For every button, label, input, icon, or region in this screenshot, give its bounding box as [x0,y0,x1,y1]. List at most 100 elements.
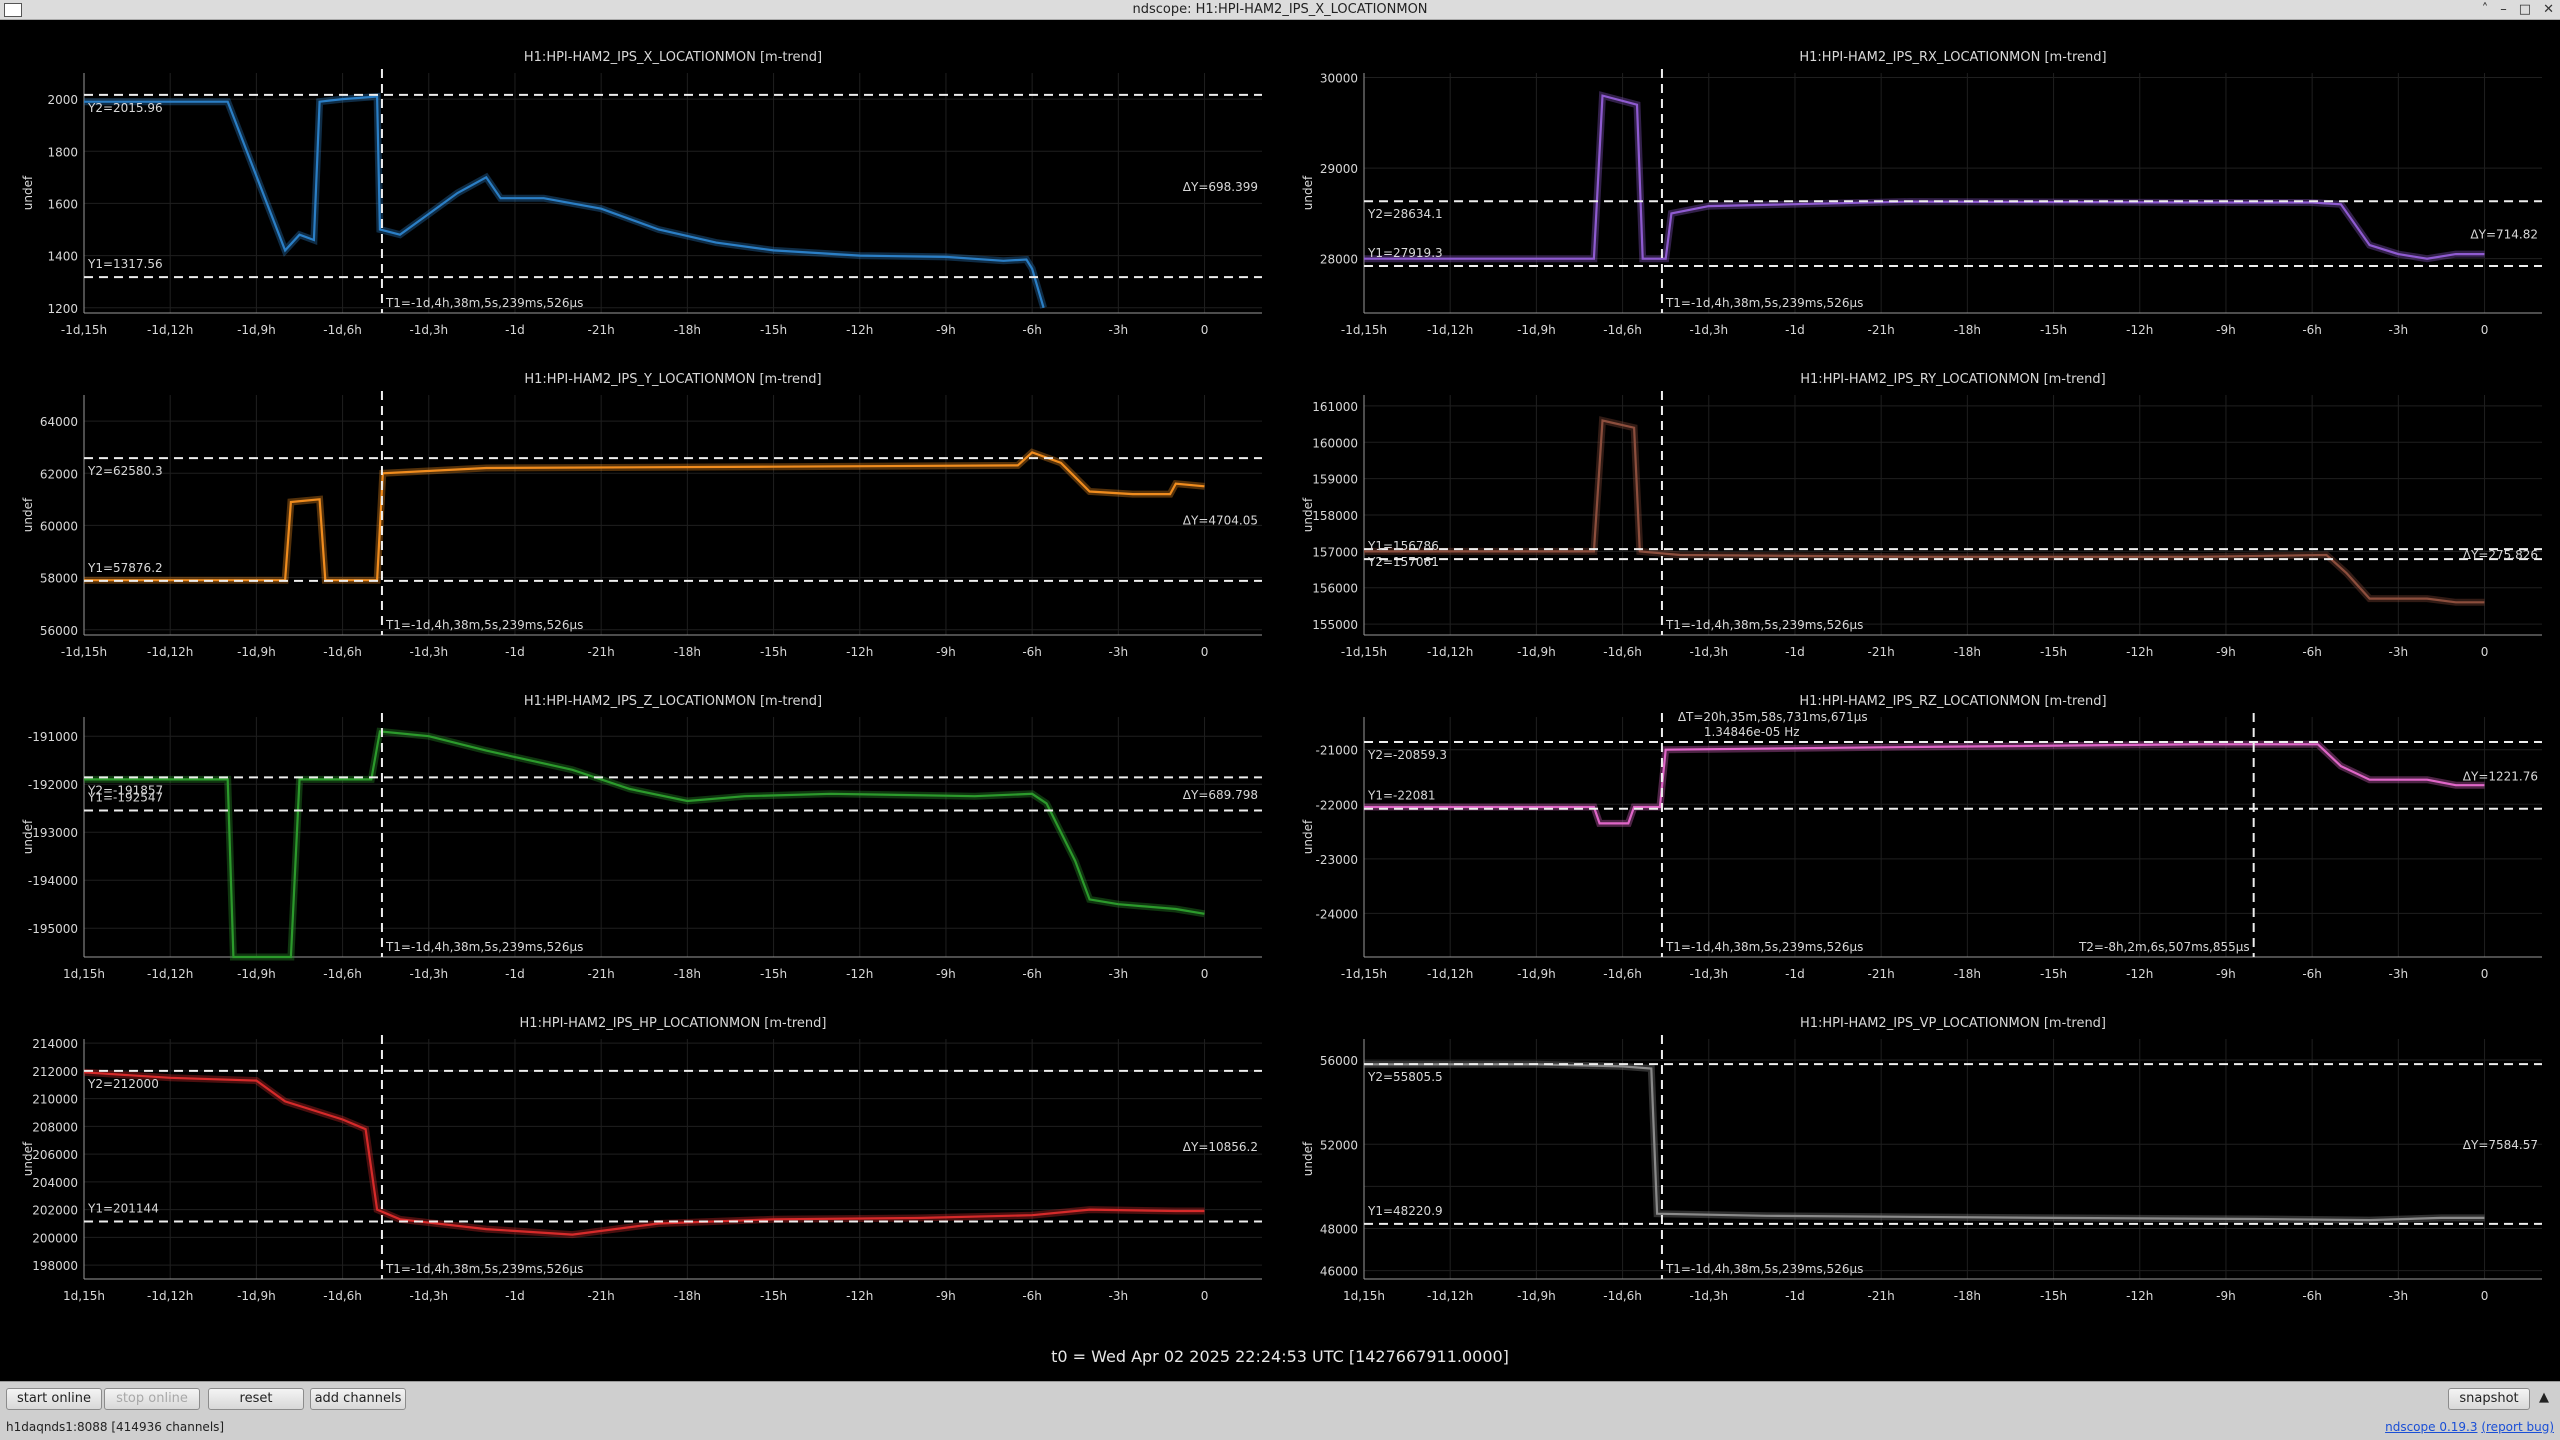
x-tick-label: -3h [2389,1289,2409,1303]
x-tick-label: -1d [1785,645,1805,659]
window-titlebar: ndscope: H1:HPI-HAM2_IPS_X_LOCATIONMON ˄… [0,0,2560,20]
x-tick-label: -21h [588,323,615,337]
y2-cursor-label: Y2=62580.3 [87,464,163,478]
x-tick-label: -6h [1022,645,1042,659]
x-tick-label: -1d,12h [147,967,193,981]
y-tick-label: -21000 [1315,744,1358,758]
window-close-button[interactable]: ✕ [2543,0,2554,20]
plot-canvas[interactable]: H1:HPI-HAM2_IPS_X_LOCATIONMON [m-trend] 2… [0,21,1268,343]
x-tick-label: -3h [2389,645,2409,659]
y-tick-label: -193000 [28,826,78,840]
plot-canvas[interactable]: H1:HPI-HAM2_IPS_RY_LOCATIONMON [m-trend]… [1280,343,2548,665]
plot-z-position[interactable]: H1:HPI-HAM2_IPS_Z_LOCATIONMON [m-trend] -… [0,665,1268,987]
y-tick-label: 52000 [1320,1138,1358,1152]
plot-rz-position[interactable]: H1:HPI-HAM2_IPS_RZ_LOCATIONMON [m-trend]… [1280,665,2548,987]
x-tick-label: -18h [674,323,701,337]
plot-canvas[interactable]: H1:HPI-HAM2_IPS_VP_LOCATIONMON [m-trend]… [1280,987,2548,1309]
t1-cursor-label: T1=-1d,4h,38m,5s,239ms,526µs [1665,618,1863,632]
plot-hp-position[interactable]: H1:HPI-HAM2_IPS_HP_LOCATIONMON [m-trend]… [0,987,1268,1309]
y-tick-label: 210000 [32,1093,78,1107]
y-tick-label: -195000 [28,922,78,936]
plot-canvas[interactable]: H1:HPI-HAM2_IPS_Z_LOCATIONMON [m-trend] -… [0,665,1268,987]
x-tick-label: -18h [1954,1289,1981,1303]
series-trace [1364,743,2485,825]
status-bar: h1daqnds1:8088 [414936 channels] ndscope… [0,1415,2560,1440]
y-tick-label: 198000 [32,1259,78,1273]
expand-panel-button[interactable]: ▲ [2534,1388,2554,1410]
x-tick-label: -15h [2040,967,2067,981]
x-tick-label: -3h [2389,967,2409,981]
plot-canvas[interactable]: H1:HPI-HAM2_IPS_RX_LOCATIONMON [m-trend]… [1280,21,2548,343]
x-tick-label: 1d,15h [63,1289,105,1303]
y2-cursor-label: Y2=-20859.3 [1367,748,1447,762]
y-tick-label: 56000 [1320,1054,1358,1068]
delta-y-label: ΔY=7584.57 [2463,1138,2538,1152]
y-tick-label: 62000 [40,467,78,481]
t1-cursor-label: T1=-1d,4h,38m,5s,239ms,526µs [385,1262,583,1276]
bottom-toolbar: start online stop online reset add chann… [0,1381,2560,1415]
window-maximize-button[interactable]: □ [2519,0,2531,20]
plot-canvas[interactable]: H1:HPI-HAM2_IPS_RZ_LOCATIONMON [m-trend]… [1280,665,2548,987]
delta-y-label: ΔY=698.399 [1183,180,1258,194]
delta-y-label: ΔY=689.798 [1183,788,1258,802]
x-tick-label: -9h [2216,645,2236,659]
series-envelope [84,727,1206,961]
x-tick-label: -15h [760,1289,787,1303]
plot-ry-position[interactable]: H1:HPI-HAM2_IPS_RY_LOCATIONMON [m-trend]… [1280,343,2548,665]
x-tick-label: 0 [2481,323,2489,337]
x-tick-label: -18h [674,645,701,659]
x-tick-label: -1d,9h [237,1289,276,1303]
x-tick-label: -1d,3h [1689,323,1728,337]
y1-cursor-label: Y1=-192547 [87,790,163,804]
stop-online-button[interactable]: stop online [104,1388,200,1410]
y-tick-label: 56000 [40,624,78,638]
plot-canvas[interactable]: H1:HPI-HAM2_IPS_HP_LOCATIONMON [m-trend]… [0,987,1268,1309]
window-up-button[interactable]: ˄ [2482,0,2489,20]
snapshot-button[interactable]: snapshot [2448,1388,2530,1410]
y-tick-label: 161000 [1312,400,1358,414]
add-channels-button[interactable]: add channels [310,1388,406,1410]
x-tick-label: -1d,9h [1517,645,1556,659]
x-tick-label: -1d,6h [323,967,362,981]
y-tick-label: 1200 [47,302,78,316]
delta-y-label: ΔY=10856.2 [1183,1140,1258,1154]
x-tick-label: -1d,12h [147,1289,193,1303]
plot-canvas[interactable]: H1:HPI-HAM2_IPS_Y_LOCATIONMON [m-trend] 6… [0,343,1268,665]
y-tick-label: -23000 [1315,853,1358,867]
plot-title: H1:HPI-HAM2_IPS_RY_LOCATIONMON [m-trend] [1800,372,2105,387]
y-tick-label: 1400 [47,250,78,264]
x-tick-label: -1d,6h [323,645,362,659]
y-tick-label: 30000 [1320,72,1358,86]
x-tick-label: -15h [760,645,787,659]
x-tick-label: -1d,6h [1603,967,1642,981]
x-tick-label: -1d,3h [409,645,448,659]
x-tick-label: -1d [1785,967,1805,981]
x-tick-label: -1d,12h [1427,967,1473,981]
plot-vp-position[interactable]: H1:HPI-HAM2_IPS_VP_LOCATIONMON [m-trend]… [1280,987,2548,1309]
window-minimize-button[interactable]: – [2500,0,2507,20]
x-tick-label: -1d,12h [1427,1289,1473,1303]
x-tick-label: -6h [2302,967,2322,981]
plot-rx-position[interactable]: H1:HPI-HAM2_IPS_RX_LOCATIONMON [m-trend]… [1280,21,2548,343]
reset-button[interactable]: reset [208,1388,304,1410]
y2-cursor-label: Y2=28634.1 [1367,207,1443,221]
version-link[interactable]: ndscope 0.19.3 [2385,1420,2477,1434]
x-tick-label: -1d,9h [237,967,276,981]
x-tick-label: 0 [1201,1289,1209,1303]
x-tick-label: -18h [1954,323,1981,337]
x-tick-label: -15h [2040,645,2067,659]
x-tick-label: -12h [2126,1289,2153,1303]
x-tick-label: -3h [1109,323,1129,337]
start-online-button[interactable]: start online [6,1388,102,1410]
x-tick-label: -1d,3h [1689,645,1728,659]
x-tick-label: -1d,6h [323,323,362,337]
plot-y-position[interactable]: H1:HPI-HAM2_IPS_Y_LOCATIONMON [m-trend] 6… [0,343,1268,665]
plot-x-position[interactable]: H1:HPI-HAM2_IPS_X_LOCATIONMON [m-trend] 2… [0,21,1268,343]
x-tick-label: -1d,15h [1341,323,1387,337]
series-trace [83,1071,1205,1236]
report-bug-link[interactable]: (report bug) [2481,1420,2554,1434]
x-tick-label: -1d,15h [1341,645,1387,659]
y-tick-label: 155000 [1312,618,1358,632]
y-tick-label: 60000 [40,519,78,533]
plot-area[interactable]: H1:HPI-HAM2_IPS_X_LOCATIONMON [m-trend] 2… [0,21,2560,1381]
